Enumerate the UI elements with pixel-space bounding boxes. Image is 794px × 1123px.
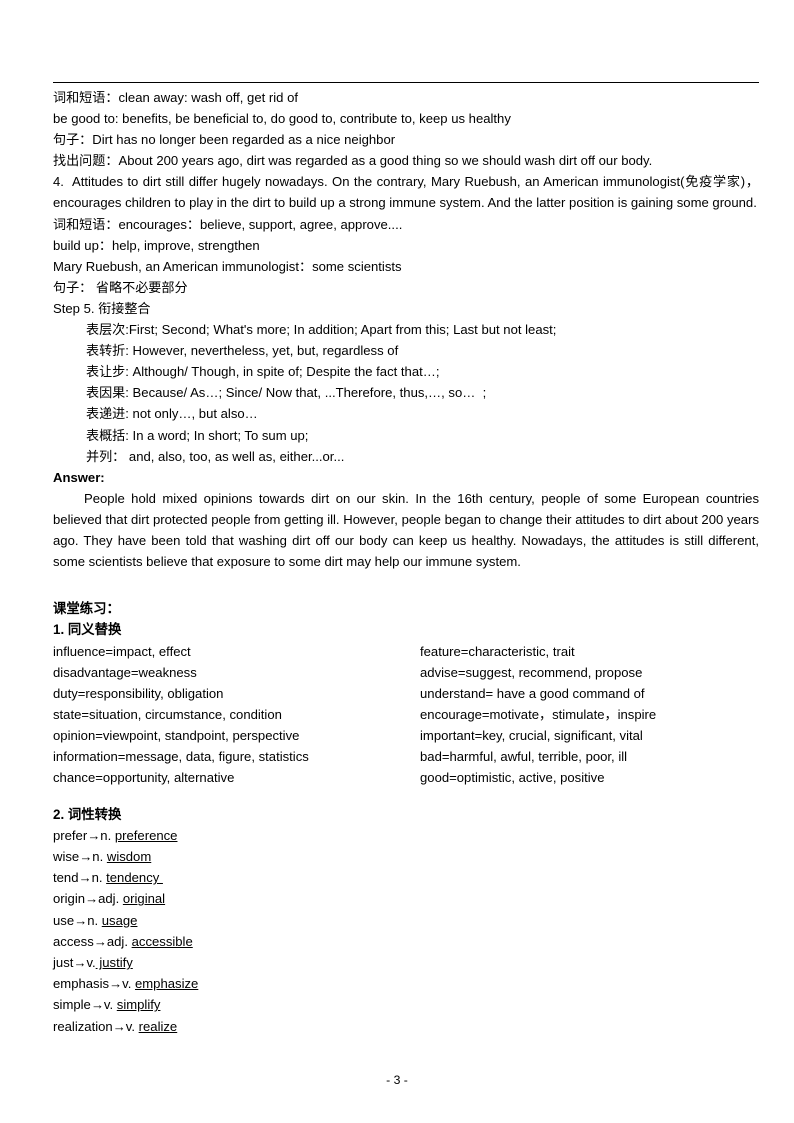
conversion-list: prefer→n. preference wise→n. wisdom tend… — [53, 825, 759, 1037]
synonyms-right-column: feature=characteristic, trait advise=sug… — [420, 641, 759, 789]
document-page: 词和短语：clean away: wash off, get rid of be… — [0, 0, 794, 1123]
passage-item-4: 4. Attitudes to dirt still differ hugely… — [53, 174, 759, 211]
list-item: prefer→n. preference — [53, 825, 759, 846]
exercise-section-2-title: 2. 词性转换 — [53, 806, 122, 822]
conversion-derived: simplify — [116, 997, 161, 1013]
synonym-item: understand= have a good command of — [420, 685, 645, 701]
exercise-section-1-title: 1. 同义替换 — [53, 622, 122, 638]
synonyms-two-column: influence=impact, effect disadvantage=we… — [53, 641, 759, 789]
conversion-base: tend→n. — [53, 870, 107, 886]
conversion-base: access→adj. — [53, 933, 132, 949]
list-item: access→adj. accessible — [53, 931, 759, 952]
conversion-derived: wisdom — [106, 848, 152, 864]
synonym-item: information=message, data, figure, stati… — [53, 749, 309, 765]
synonym-item: disadvantage=weakness — [53, 664, 197, 680]
step5-item: 表转折: However, nevertheless, yet, but, re… — [86, 343, 399, 359]
list-item: realization→v. realize — [53, 1016, 759, 1037]
synonym-item: feature=characteristic, trait — [420, 643, 575, 659]
step5-item: 表递进: not only…, but also… — [86, 406, 258, 422]
synonym-item: influence=impact, effect — [53, 643, 191, 659]
step5-block: Step 5. 衔接整合 表层次:First; Second; What's m… — [53, 298, 759, 467]
conversion-derived: emphasize — [134, 976, 199, 992]
page-content: 词和短语：clean away: wash off, get rid of be… — [53, 82, 759, 1037]
answer-block: Answer: People hold mixed opinions towar… — [53, 467, 759, 572]
list-item: wise→n. wisdom — [53, 846, 759, 867]
note-line: 词和短语：clean away: wash off, get rid of — [53, 90, 299, 105]
step5-item: 表让步: Although/ Though, in spite of; Desp… — [86, 364, 440, 380]
step5-item: 表概括: In a word; In short; To sum up; — [86, 427, 309, 443]
conversion-derived: tendency — [106, 870, 163, 886]
conversion-derived: accessible — [131, 933, 193, 949]
list-item: just→v. justify — [53, 952, 759, 973]
conversion-derived: realize — [138, 1018, 178, 1034]
note-line: be good to: benefits, be beneficial to, … — [53, 111, 511, 127]
list-item: tend→n. tendency — [53, 867, 759, 888]
conversion-derived: justify — [95, 954, 133, 970]
step5-title: Step 5. 衔接整合 — [53, 300, 151, 316]
conversion-base: simple→v. — [53, 997, 117, 1013]
conversion-base: use→n. — [53, 912, 102, 928]
note-line: Mary Ruebush, an American immunologist：s… — [53, 258, 402, 274]
list-item: simple→v. simplify — [53, 994, 759, 1015]
synonym-item: advise=suggest, recommend, propose — [420, 664, 643, 680]
conversion-derived: preference — [114, 827, 178, 843]
note-line: 句子：Dirt has no longer been regarded as a… — [53, 132, 396, 148]
exercises-block: 课堂练习： 1. 同义替换 influence=impact, effect d… — [53, 598, 759, 1037]
answer-text: People hold mixed opinions towards dirt … — [53, 490, 763, 570]
conversion-base: wise→n. — [53, 848, 107, 864]
synonym-item: chance=opportunity, alternative — [53, 770, 235, 786]
list-item: use→n. usage — [53, 910, 759, 931]
notes-block: 词和短语：clean away: wash off, get rid of be… — [53, 87, 759, 171]
synonym-item: bad=harmful, awful, terrible, poor, ill — [420, 749, 628, 765]
conversion-derived: usage — [101, 912, 138, 928]
step5-item: 并列： and, also, too, as well as, either..… — [86, 448, 345, 464]
header-divider — [53, 82, 759, 83]
conversion-base: realization→v. — [53, 1018, 139, 1034]
conversion-base: origin→adj. — [53, 891, 123, 907]
notes-block-2: 词和短语：encourages：believe, support, agree,… — [53, 214, 759, 298]
step5-item: 表因果: Because/ As…; Since/ Now that, ...T… — [86, 385, 487, 401]
note-line: build up：help, improve, strengthen — [53, 237, 260, 253]
list-item: emphasis→v. emphasize — [53, 973, 759, 994]
page-number: - 3 - — [386, 1073, 408, 1087]
conversion-base: just→v. — [53, 954, 96, 970]
note-line: 找出问题：About 200 years ago, dirt was regar… — [53, 153, 653, 169]
exercises-heading: 课堂练习： — [53, 601, 120, 617]
synonyms-left-column: influence=impact, effect disadvantage=we… — [53, 641, 413, 789]
conversion-base: emphasis→v. — [53, 976, 135, 992]
answer-label: Answer: — [53, 469, 105, 485]
synonym-item: duty=responsibility, obligation — [53, 685, 224, 701]
synonym-item: encourage=motivate，stimulate，inspire — [420, 706, 657, 722]
synonym-item: opinion=viewpoint, standpoint, perspecti… — [53, 727, 300, 743]
conversion-derived: original — [122, 891, 166, 907]
synonym-item: good=optimistic, active, positive — [420, 770, 605, 786]
note-line: 句子： 省略不必要部分 — [53, 279, 188, 295]
step5-item: 表层次:First; Second; What's more; In addit… — [86, 322, 557, 338]
note-line: 词和短语：encourages：believe, support, agree,… — [53, 216, 403, 232]
conversion-base: prefer→n. — [53, 827, 115, 843]
synonym-item: important=key, crucial, significant, vit… — [420, 727, 643, 743]
list-item: origin→adj. original — [53, 888, 759, 909]
synonym-item: state=situation, circumstance, condition — [53, 706, 282, 722]
